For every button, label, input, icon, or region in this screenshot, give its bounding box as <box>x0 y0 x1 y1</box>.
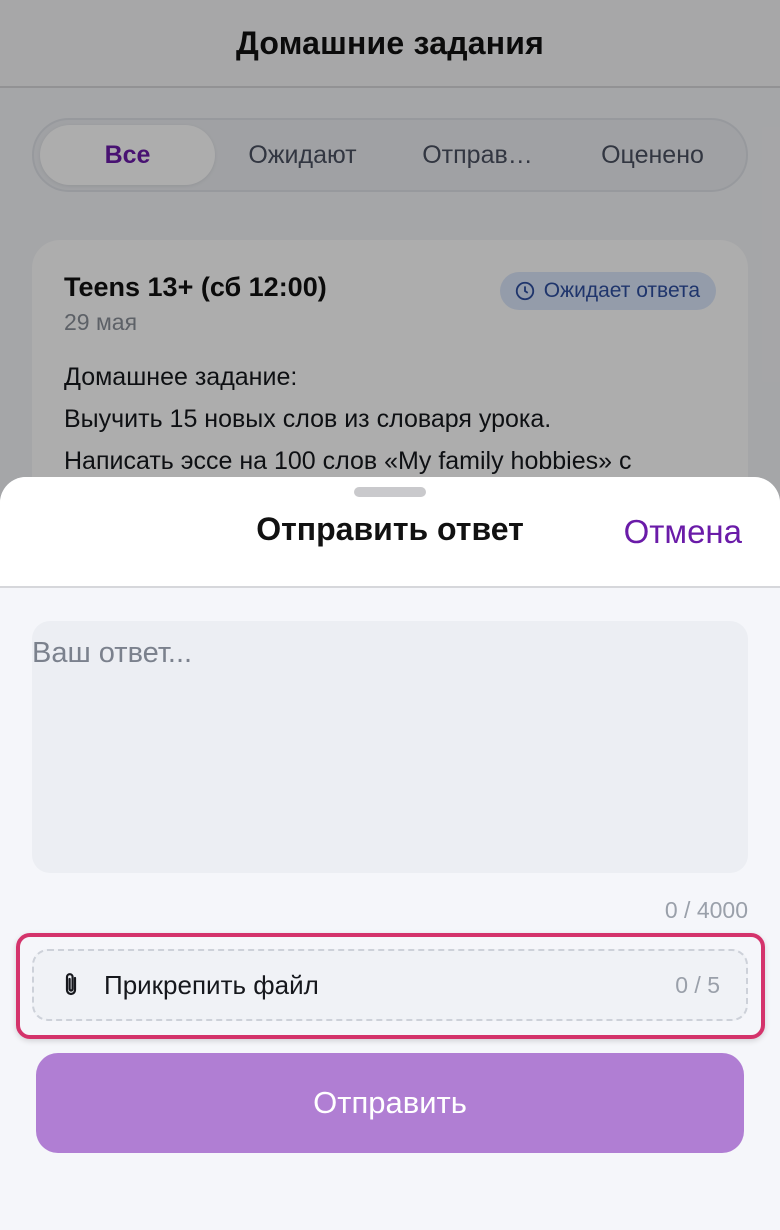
attach-file-label: Прикрепить файл <box>104 969 319 1000</box>
submit-button[interactable]: Отправить <box>36 1053 744 1153</box>
attach-file-button[interactable]: Прикрепить файл 0 / 5 <box>32 949 748 1021</box>
answer-input[interactable] <box>32 621 748 873</box>
submit-answer-sheet: Отправить ответ Отмена 0 / 4000 Прикрепи… <box>0 477 780 1230</box>
cancel-button[interactable]: Отмена <box>624 513 742 551</box>
char-counter: 0 / 4000 <box>664 897 748 923</box>
sheet-header: Отправить ответ Отмена <box>0 477 780 588</box>
paperclip-icon <box>65 973 77 996</box>
attach-file-counter: 0 / 5 <box>675 971 720 998</box>
sheet-grabber[interactable] <box>354 487 426 497</box>
screen: Домашние задания Все Ожидают Отправ… Оце… <box>0 0 780 1230</box>
